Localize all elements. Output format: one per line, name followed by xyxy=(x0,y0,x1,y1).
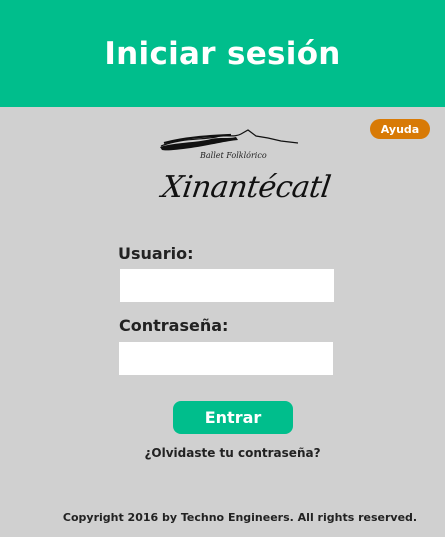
username-label: Usuario: xyxy=(118,244,194,263)
header-bar: Iniciar sesión xyxy=(0,0,445,107)
logo-name: Xinantécatl xyxy=(159,170,333,205)
username-input[interactable] xyxy=(120,269,334,302)
mountain-logo-icon xyxy=(160,129,299,151)
password-input[interactable] xyxy=(119,342,333,375)
password-label: Contraseña: xyxy=(119,316,229,335)
copyright-footer: Copyright 2016 by Techno Engineers. All … xyxy=(62,511,418,524)
forgot-password-link[interactable]: ¿Olvidaste tu contraseña? xyxy=(0,446,445,460)
submit-button[interactable]: Entrar xyxy=(173,401,293,434)
page-title: Iniciar sesión xyxy=(104,35,341,72)
logo-subtitle: Ballet Folklórico xyxy=(200,151,267,160)
help-button[interactable]: Ayuda xyxy=(370,119,430,139)
